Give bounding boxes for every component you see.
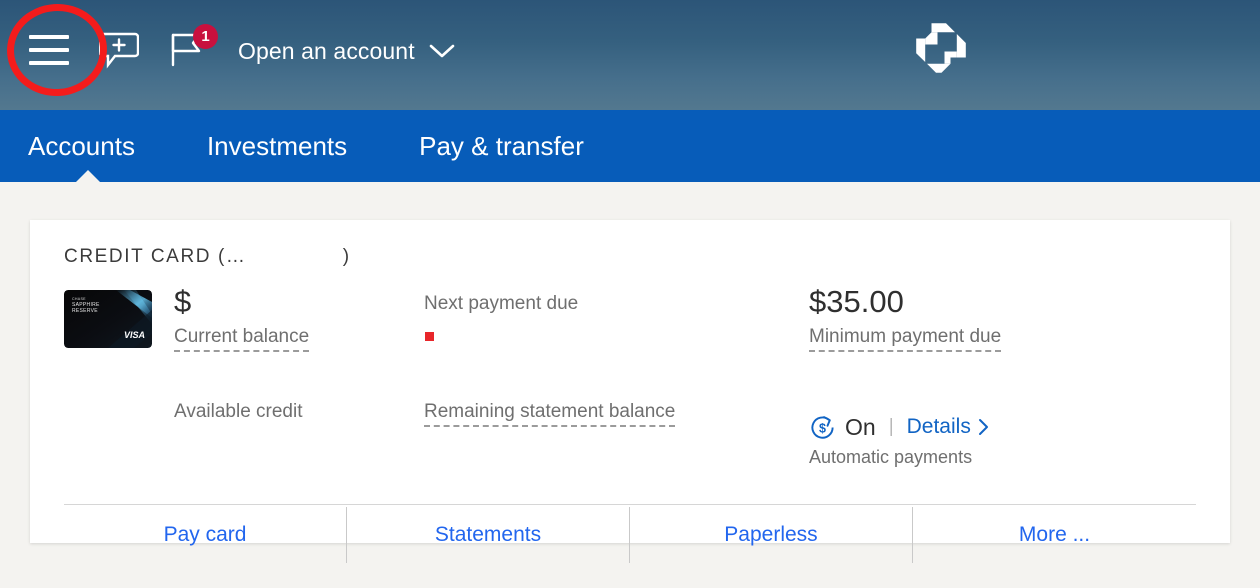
top-header: 1 Open an account — [0, 0, 1260, 110]
recurring-dollar-icon: $ — [811, 415, 834, 439]
account-actions-row: Pay card Statements Paperless More ... — [64, 505, 1196, 565]
hamburger-menu-icon[interactable] — [22, 29, 76, 71]
current-balance-text-group: $ Current balance — [174, 284, 310, 352]
active-tab-indicator — [75, 170, 101, 183]
automatic-payments-status-row: $ On | Details — [809, 414, 1129, 441]
chevron-down-icon — [429, 44, 454, 58]
card-brand-line1: CHASE — [72, 297, 86, 301]
chat-bubble-plus-glyph — [99, 32, 139, 69]
red-square-marker — [425, 332, 434, 341]
minimum-payment-due-amount: $35.00 — [809, 284, 904, 319]
account-summary-row-1: CHASE SAPPHIRE RESERVE VISA $ Current ba… — [48, 284, 1212, 352]
available-credit-label: Available credit — [174, 400, 303, 422]
next-payment-due-label: Next payment due — [424, 293, 579, 314]
credit-card-account-card: CREDIT CARD (… ) CHASE SAPPHIRE RESERVE … — [30, 220, 1230, 563]
primary-nav-bar: Accounts Investments Pay & transfer — [0, 110, 1260, 183]
current-balance-label[interactable]: Current balance — [174, 326, 310, 352]
flag-banner-icon[interactable]: 1 — [164, 24, 218, 74]
details-link-label: Details — [906, 415, 971, 439]
minimum-payment-due-label[interactable]: Minimum payment due — [809, 326, 1002, 352]
current-balance-group: CHASE SAPPHIRE RESERVE VISA $ Current ba… — [64, 284, 424, 352]
svg-text:$: $ — [819, 421, 826, 435]
account-summary-row-2: Available credit Remaining statement bal… — [48, 394, 1212, 468]
hamburger-bar — [29, 48, 69, 52]
current-balance-amount: $ — [174, 284, 192, 319]
card-brand-line3: RESERVE — [72, 308, 98, 314]
chase-octagon-logo[interactable] — [913, 20, 969, 76]
hamburger-bar — [29, 61, 69, 65]
sapphire-reserve-card-art: CHASE SAPPHIRE RESERVE VISA — [64, 290, 152, 348]
main-content: CREDIT CARD (… ) CHASE SAPPHIRE RESERVE … — [0, 182, 1260, 563]
paperless-link[interactable]: Paperless — [724, 523, 817, 547]
available-credit-group: Available credit — [64, 394, 424, 468]
card-network-visa: VISA — [124, 330, 145, 340]
open-an-account-dropdown[interactable]: Open an account — [238, 38, 455, 65]
nav-item-accounts[interactable]: Accounts — [28, 133, 135, 159]
automatic-payments-label: Automatic payments — [809, 446, 973, 467]
action-cell-paperless: Paperless — [630, 506, 913, 563]
automatic-payments-status: On — [845, 413, 876, 440]
action-cell-more: More ... — [913, 507, 1196, 563]
remaining-statement-balance-label[interactable]: Remaining statement balance — [424, 401, 676, 427]
next-payment-due-group: Next payment due — [424, 286, 809, 352]
account-card-title: CREDIT CARD (… ) — [64, 246, 351, 267]
chevron-right-icon — [978, 419, 988, 436]
nav-item-investments[interactable]: Investments — [207, 133, 347, 159]
header-left-group: 1 Open an account — [0, 0, 455, 96]
action-cell-pay-card: Pay card — [64, 506, 347, 563]
remaining-statement-balance-group: Remaining statement balance — [424, 394, 809, 468]
chase-logo-glyph — [916, 23, 966, 73]
alerts-badge-count: 1 — [193, 24, 218, 49]
hamburger-bar — [29, 35, 69, 39]
statements-link[interactable]: Statements — [435, 523, 541, 547]
pay-card-link[interactable]: Pay card — [164, 523, 247, 547]
automatic-payments-separator: | — [888, 416, 894, 438]
open-an-account-label: Open an account — [238, 37, 415, 64]
minimum-payment-due-group: $35.00 Minimum payment due — [809, 284, 1129, 352]
automatic-payments-details-link[interactable]: Details — [907, 415, 989, 439]
more-link[interactable]: More ... — [1019, 523, 1090, 547]
chat-bubble-plus-icon[interactable] — [96, 26, 142, 74]
nav-item-pay-and-transfer[interactable]: Pay & transfer — [419, 133, 584, 159]
automatic-payments-group: $ On | Details Automatic payments — [809, 394, 1129, 468]
action-cell-statements: Statements — [347, 506, 630, 563]
